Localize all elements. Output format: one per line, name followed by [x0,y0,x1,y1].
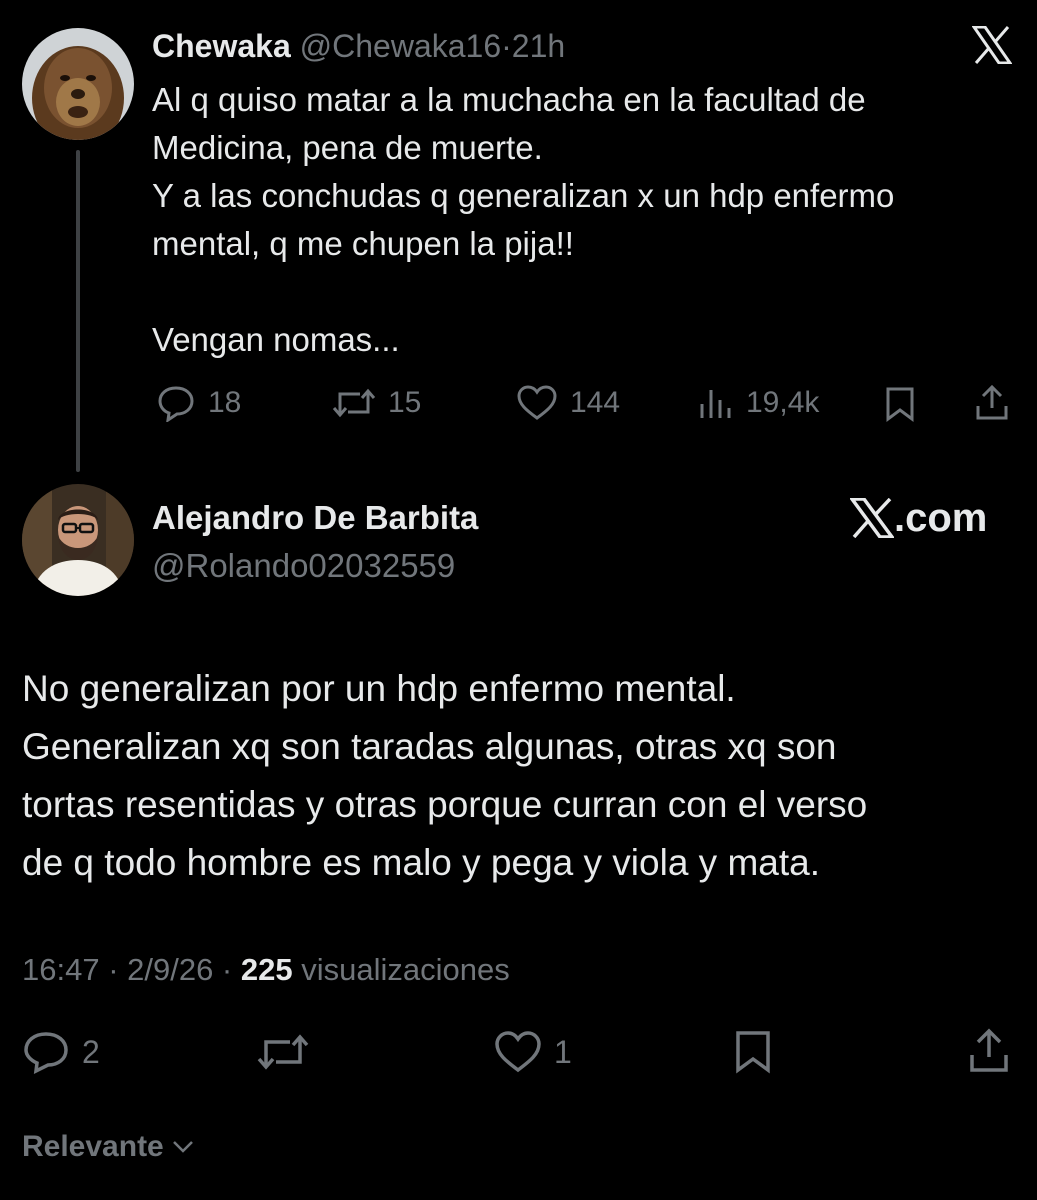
main-bookmark-button[interactable] [734,1030,772,1079]
main-reply-button[interactable]: 2 [22,1030,100,1074]
main-text-line: de q todo hombre es malo y pega y viola … [22,842,820,883]
main-like-button[interactable]: 1 [494,1030,572,1074]
quoted-views-count: 19,4k [746,386,820,419]
main-views-count: 225 [240,952,293,987]
main-tweet-text: No generalizan por un hdp enfermo mental… [22,660,1022,892]
repost-icon [257,1034,309,1070]
main-repost-button[interactable] [256,1030,310,1079]
bookmark-icon [886,387,914,422]
share-icon [970,1028,1008,1072]
views-chart-icon [700,390,731,418]
main-text-line: Generalizan xq son taradas algunas, otra… [22,726,837,767]
quoted-reply-button[interactable]: 18 [156,384,241,422]
thread-line [76,150,80,472]
main-author-name[interactable]: Alejandro De Barbita [152,498,478,538]
bookmark-icon [736,1031,770,1074]
watermark-text: .com [894,496,988,540]
main-author-handle[interactable]: @Rolando02032559 [152,546,455,586]
main-meta-row: 16:47 · 2/9/26 · 225 visualizaciones [22,950,510,990]
quoted-views-button[interactable]: 19,4k [698,384,819,422]
reply-icon [24,1032,68,1074]
main-share-button[interactable] [968,1028,1010,1079]
wookiee-avatar-icon [22,28,134,140]
x-logo-icon[interactable] [971,25,1013,69]
main-timestamp[interactable]: 16:47 · 2/9/26 · [22,952,232,987]
quoted-separator: · [501,28,512,64]
alejandro-avatar[interactable] [22,484,134,596]
quoted-like-button[interactable]: 144 [516,384,620,422]
quoted-repost-button[interactable]: 15 [332,384,421,422]
sort-dropdown[interactable]: Relevante [22,1130,194,1164]
quoted-header: Chewaka @Chewaka16·21h [152,26,565,66]
main-reply-count: 2 [82,1033,100,1070]
sort-label: Relevante [22,1130,164,1163]
heart-icon [495,1031,541,1073]
main-views-label: visualizaciones [301,952,510,987]
heart-icon [517,385,557,420]
main-like-count: 1 [554,1033,572,1070]
man-with-glasses-avatar-icon [22,484,134,596]
quoted-author-handle[interactable]: @Chewaka16 [300,28,501,64]
quoted-reply-count: 18 [208,386,242,419]
share-icon [976,384,1008,420]
reply-icon [158,386,194,422]
quoted-bookmark-button[interactable] [884,386,916,427]
main-text-line: No generalizan por un hdp enfermo mental… [22,668,736,709]
quoted-share-button[interactable] [974,384,1010,427]
main-text-line: tortas resentidas y otras porque curran … [22,784,868,825]
x-com-watermark: .com [850,496,987,540]
quoted-tweet-text: Al q quiso matar a la muchacha en la fac… [152,81,895,358]
x-logo-icon [850,498,894,538]
chewaka-avatar[interactable] [22,28,134,140]
chevron-down-icon [172,1141,193,1153]
quoted-repost-count: 15 [388,386,422,419]
quoted-author-name[interactable]: Chewaka [152,28,291,64]
quoted-time[interactable]: 21h [512,28,565,64]
repost-icon [332,388,376,418]
quoted-like-count: 144 [570,386,621,419]
